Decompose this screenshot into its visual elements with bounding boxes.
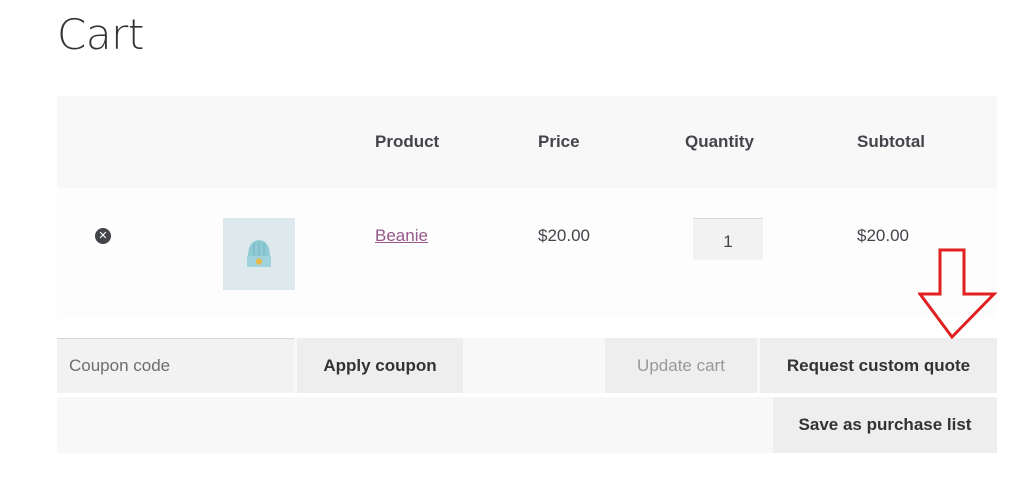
header-thumbnail [197, 96, 375, 188]
quantity-input[interactable] [693, 218, 763, 260]
close-circle-icon: ✕ [98, 229, 108, 242]
header-remove [57, 96, 197, 188]
request-quote-button[interactable]: Request custom quote [760, 338, 997, 393]
product-thumbnail[interactable] [223, 218, 295, 290]
beanie-hat-icon [247, 240, 271, 267]
cart-actions-secondary: Save as purchase list [57, 397, 997, 453]
header-product: Product [375, 96, 538, 188]
apply-coupon-button[interactable]: Apply coupon [297, 338, 463, 393]
cart-table: Product Price Quantity Subtotal ✕ Beanie… [57, 96, 997, 318]
header-price: Price [538, 96, 685, 188]
header-subtotal: Subtotal [857, 96, 997, 188]
down-arrow-icon [918, 248, 998, 340]
table-header-row: Product Price Quantity Subtotal [57, 96, 997, 188]
coupon-input[interactable] [57, 338, 294, 393]
price-cell: $20.00 [538, 188, 685, 318]
cart-actions: Apply coupon Update cart Request custom … [57, 338, 997, 393]
price-value: $20.00 [538, 226, 590, 245]
update-cart-button[interactable]: Update cart [605, 338, 757, 393]
table-row: ✕ Beanie $20.00 1 $20.00 [57, 188, 997, 318]
remove-cell: ✕ [57, 188, 197, 318]
product-link[interactable]: Beanie [375, 226, 428, 246]
page-title: Cart [57, 10, 144, 59]
subtotal-value: $20.00 [857, 226, 909, 245]
product-cell: Beanie [375, 188, 538, 318]
remove-item-button[interactable]: ✕ [95, 228, 111, 244]
thumbnail-cell [197, 188, 375, 318]
header-quantity: Quantity [685, 96, 857, 188]
quantity-cell [685, 188, 857, 318]
save-purchase-list-button[interactable]: Save as purchase list [773, 397, 997, 453]
